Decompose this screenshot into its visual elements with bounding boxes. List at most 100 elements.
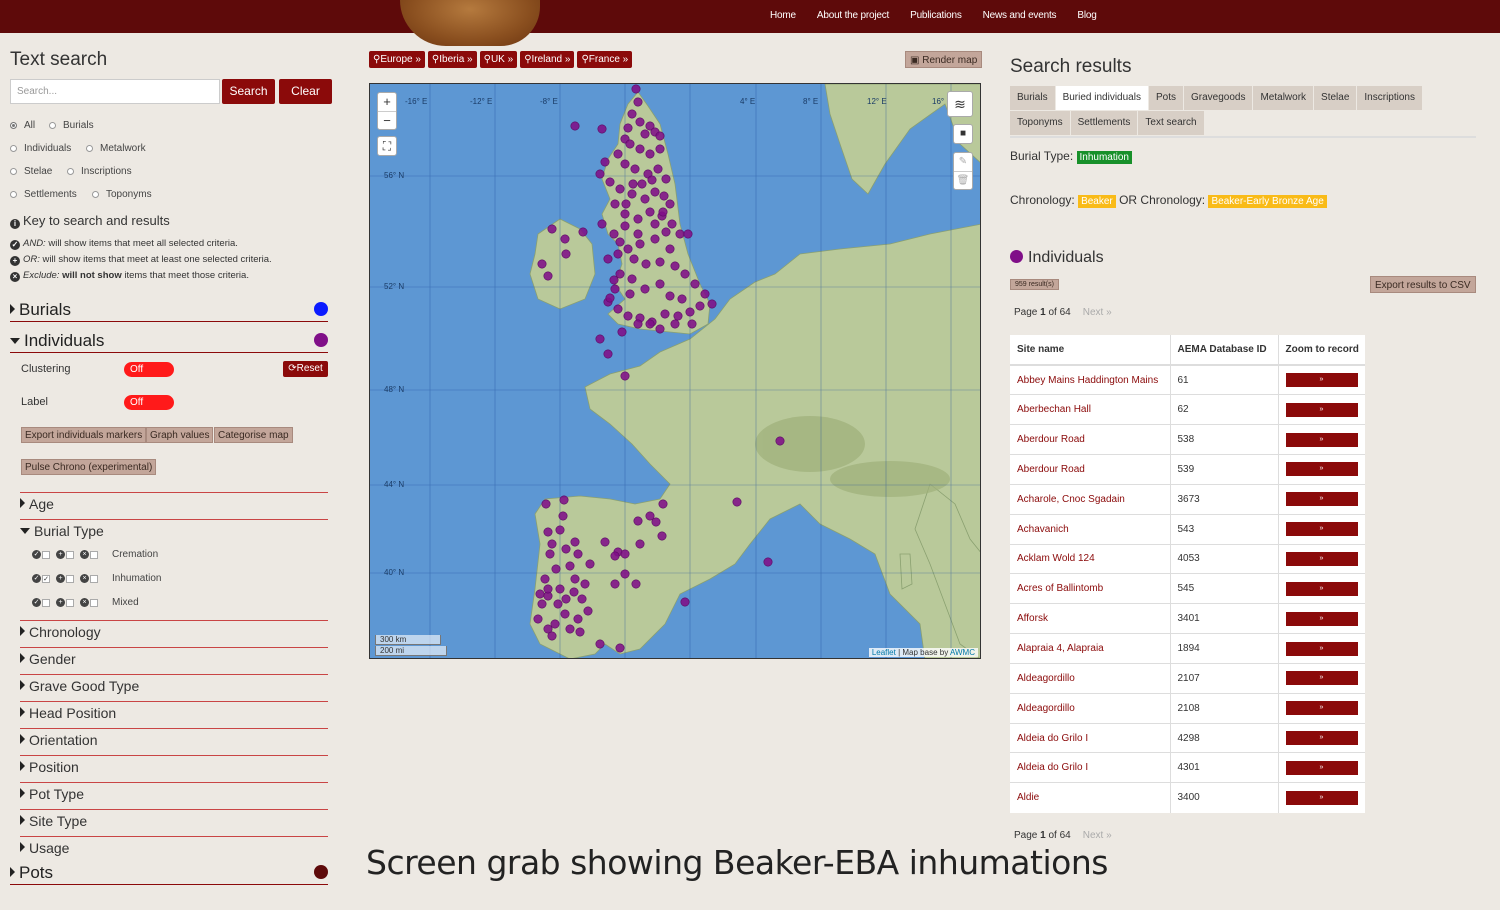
site-name-link[interactable]: Aldeia do Grilo I	[1010, 722, 1170, 753]
nav-about[interactable]: About the project	[817, 10, 889, 21]
radio-toponyms[interactable]: Toponyms	[92, 189, 152, 200]
individual-marker[interactable]	[658, 207, 668, 217]
individual-marker[interactable]	[595, 639, 605, 649]
categorise-map-button[interactable]: Categorise map	[214, 427, 293, 443]
individual-marker[interactable]	[573, 549, 583, 559]
individual-marker[interactable]	[700, 289, 710, 299]
individual-marker[interactable]	[657, 531, 667, 541]
tab-settlements[interactable]: Settlements	[1070, 111, 1138, 135]
zoom-to-record-button[interactable]: »	[1285, 581, 1358, 596]
individual-marker[interactable]	[609, 229, 619, 239]
export-markers-button[interactable]: Export individuals markers	[21, 427, 147, 443]
nav-publications[interactable]: Publications	[910, 10, 962, 21]
individual-marker[interactable]	[605, 177, 615, 187]
next-link[interactable]: Next »	[1083, 830, 1112, 841]
individual-marker[interactable]	[597, 219, 607, 229]
site-name-link[interactable]: Aldie	[1010, 782, 1170, 813]
individual-marker[interactable]	[555, 584, 565, 594]
individual-marker[interactable]	[595, 334, 605, 344]
fullscreen-button[interactable]: ⛶	[377, 136, 397, 156]
filter-chronology[interactable]: Chronology	[20, 620, 328, 644]
individual-marker[interactable]	[573, 614, 583, 624]
site-name-link[interactable]: Acres of Ballintomb	[1010, 573, 1170, 604]
and-checkbox[interactable]	[42, 598, 50, 607]
individual-marker[interactable]	[651, 517, 661, 527]
individual-marker[interactable]	[533, 614, 543, 624]
individual-marker[interactable]	[541, 499, 551, 509]
zoom-to-record-button[interactable]: »	[1285, 462, 1358, 477]
individual-marker[interactable]	[775, 436, 785, 446]
individual-marker[interactable]	[631, 84, 641, 94]
individual-marker[interactable]	[580, 579, 590, 589]
individual-marker[interactable]	[620, 209, 630, 219]
individual-marker[interactable]	[633, 229, 643, 239]
individual-marker[interactable]	[615, 184, 625, 194]
leaflet-link[interactable]: Leaflet	[872, 648, 896, 657]
individual-marker[interactable]	[603, 254, 613, 264]
edit-icon[interactable]: ✎	[954, 153, 972, 172]
individual-marker[interactable]	[570, 574, 580, 584]
individual-marker[interactable]	[560, 609, 570, 619]
individual-marker[interactable]	[620, 569, 630, 579]
filter-usage[interactable]: Usage	[20, 836, 328, 860]
region-france-button[interactable]: ⚲France »	[577, 51, 633, 68]
individual-marker[interactable]	[650, 187, 660, 197]
tab-inscriptions[interactable]: Inscriptions	[1357, 86, 1422, 110]
individual-marker[interactable]	[661, 174, 671, 184]
individual-marker[interactable]	[661, 227, 671, 237]
zoom-to-record-button[interactable]: »	[1285, 492, 1358, 507]
individual-marker[interactable]	[625, 289, 635, 299]
individual-marker[interactable]	[641, 259, 651, 269]
individual-marker[interactable]	[600, 537, 610, 547]
zoom-to-record-button[interactable]: »	[1285, 551, 1358, 566]
or-checkbox[interactable]	[66, 550, 74, 559]
individual-marker[interactable]	[620, 221, 630, 231]
individual-marker[interactable]	[680, 597, 690, 607]
individual-marker[interactable]	[635, 539, 645, 549]
individual-marker[interactable]	[655, 257, 665, 267]
individual-marker[interactable]	[658, 499, 668, 509]
individual-marker[interactable]	[633, 97, 643, 107]
individual-marker[interactable]	[623, 123, 633, 133]
individual-marker[interactable]	[613, 249, 623, 259]
search-input[interactable]: Search...	[10, 79, 220, 104]
individual-marker[interactable]	[690, 279, 700, 289]
col-db-id[interactable]: AEMA Database ID	[1169, 335, 1278, 366]
site-name-link[interactable]: Aberdour Road	[1010, 454, 1170, 485]
region-ireland-button[interactable]: ⚲Ireland »	[520, 51, 575, 68]
exclude-checkbox[interactable]	[90, 550, 98, 559]
col-site-name[interactable]: Site name	[1010, 335, 1170, 366]
filter-burial-type[interactable]: Burial Type	[20, 519, 328, 543]
individual-marker[interactable]	[673, 311, 683, 321]
or-checkbox[interactable]	[66, 598, 74, 607]
individual-marker[interactable]	[650, 219, 660, 229]
individual-marker[interactable]	[610, 284, 620, 294]
region-iberia-button[interactable]: ⚲Iberia »	[427, 51, 477, 68]
individual-marker[interactable]	[558, 511, 568, 521]
site-name-link[interactable]: Aldeagordillo	[1010, 662, 1170, 694]
radio-all[interactable]: All	[10, 120, 35, 131]
individual-marker[interactable]	[570, 537, 580, 547]
individual-marker[interactable]	[543, 271, 553, 281]
individual-marker[interactable]	[637, 179, 647, 189]
individual-marker[interactable]	[617, 327, 627, 337]
individual-marker[interactable]	[647, 175, 657, 185]
site-logo[interactable]	[400, 0, 540, 46]
site-name-link[interactable]: Aberbechan Hall	[1010, 394, 1170, 425]
individual-marker[interactable]	[660, 309, 670, 319]
individual-marker[interactable]	[547, 631, 557, 641]
zoom-in-button[interactable]: +	[378, 93, 396, 112]
site-name-link[interactable]: Alapraia 4, Alapraia	[1010, 633, 1170, 664]
individual-marker[interactable]	[627, 189, 637, 199]
radio-inscriptions[interactable]: Inscriptions	[67, 166, 132, 177]
section-burials[interactable]: Burials	[10, 300, 328, 322]
trash-icon[interactable]: 🗑	[954, 172, 972, 190]
map-svg[interactable]	[370, 84, 981, 659]
individual-marker[interactable]	[635, 239, 645, 249]
individual-marker[interactable]	[667, 219, 677, 229]
tab-metalwork[interactable]: Metalwork	[1253, 86, 1314, 110]
individual-marker[interactable]	[620, 549, 630, 559]
or-checkbox[interactable]	[66, 574, 74, 583]
zoom-to-record-button[interactable]: »	[1285, 522, 1358, 537]
individual-marker[interactable]	[687, 319, 697, 329]
